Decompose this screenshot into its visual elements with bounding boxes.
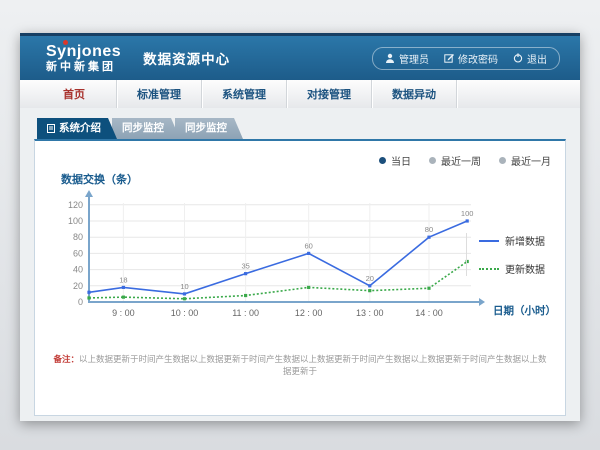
change-password-button[interactable]: 修改密码 [444, 51, 498, 66]
svg-text:20: 20 [73, 281, 83, 291]
edit-icon [444, 53, 454, 63]
line-chart: 0 20 40 60 80 100 120 9 : 00 10 : 00 11 : 00 12 : … [53, 189, 485, 329]
radio-option-2[interactable]: 最近一周 [429, 153, 481, 168]
tab-3[interactable]: 同步监控 [175, 118, 243, 139]
x-axis-title: 日期（小时） [493, 303, 556, 318]
svg-text:80: 80 [425, 225, 433, 234]
brand-logo-subtitle: 新中新集团 [46, 61, 121, 73]
page-title: 数据资源中心 [143, 48, 230, 68]
power-icon [513, 53, 523, 63]
legend-item-2: 更新数据 [479, 261, 557, 276]
change-password-label: 修改密码 [458, 51, 498, 66]
svg-text:10 : 00: 10 : 00 [171, 308, 199, 318]
legend-label: 更新数据 [505, 261, 545, 276]
tab-label: 同步监控 [122, 118, 164, 139]
nav-item-5[interactable]: 数据异动 [372, 80, 457, 108]
main-nav: 首页标准管理系统管理对接管理数据异动 [20, 80, 580, 110]
radio-label: 最近一周 [441, 153, 481, 168]
svg-text:10: 10 [180, 282, 188, 291]
nav-item-2[interactable]: 标准管理 [117, 80, 202, 108]
nav-item-4[interactable]: 对接管理 [287, 80, 372, 108]
radio-option-3[interactable]: 最近一月 [499, 153, 551, 168]
svg-text:14 : 00: 14 : 00 [415, 308, 443, 318]
svg-text:60: 60 [304, 241, 312, 250]
legend-item-1: 新增数据 [479, 233, 557, 248]
footnote-prefix: 备注： [53, 354, 79, 364]
svg-text:35: 35 [241, 262, 249, 271]
user-label: 管理员 [399, 51, 429, 66]
svg-text:0: 0 [78, 297, 83, 307]
svg-text:11 : 00: 11 : 00 [232, 308, 259, 318]
svg-text:100: 100 [68, 216, 83, 226]
radio-label: 最近一月 [511, 153, 551, 168]
chart-legend: 新增数据更新数据 [466, 233, 557, 276]
user-toolbar: 管理员 修改密码 退出 [372, 47, 560, 70]
legend-swatch-icon [479, 268, 499, 270]
y-axis-title: 数据交换（条） [61, 171, 138, 187]
radio-selected-icon [379, 157, 386, 164]
legend-label: 新增数据 [505, 233, 545, 248]
svg-text:18: 18 [119, 275, 127, 284]
footnote: 备注：以上数据更新于时间产生数据以上数据更新于时间产生数据以上数据更新于时间产生… [35, 353, 565, 377]
svg-text:120: 120 [68, 200, 83, 210]
nav-item-3[interactable]: 系统管理 [202, 80, 287, 108]
user-menu[interactable]: 管理员 [385, 51, 429, 66]
radio-option-1[interactable]: 当日 [379, 153, 411, 168]
user-icon [385, 53, 395, 63]
nav-item-1[interactable]: 首页 [32, 80, 117, 108]
tab-label: 同步监控 [185, 118, 227, 139]
logout-button[interactable]: 退出 [513, 51, 547, 66]
tab-1[interactable]: 系统介绍 [37, 118, 117, 139]
svg-text:20: 20 [366, 274, 374, 283]
brand-logo: Synjones 新中新集团 [46, 43, 121, 73]
svg-text:12 : 00: 12 : 00 [295, 308, 323, 318]
svg-text:80: 80 [73, 232, 83, 242]
content-area: 系统介绍同步监控同步监控 当日最近一周最近一月 数据交换（条） 02040608… [20, 108, 580, 421]
radio-unselected-icon [499, 157, 506, 164]
svg-text:9 : 00: 9 : 00 [112, 308, 135, 318]
app-window: Synjones 新中新集团 数据资源中心 管理员 修改密码 退出 首页标准管理… [20, 33, 580, 421]
app-header: Synjones 新中新集团 数据资源中心 管理员 修改密码 退出 [20, 33, 580, 80]
time-range-filter: 当日 最近一周 最近一月 [379, 153, 551, 168]
legend-swatch-icon [479, 240, 499, 242]
radio-label: 当日 [391, 153, 411, 168]
svg-text:13 : 00: 13 : 00 [356, 308, 384, 318]
svg-text:60: 60 [73, 248, 83, 258]
radio-unselected-icon [429, 157, 436, 164]
svg-text:100: 100 [461, 209, 474, 218]
footnote-text: 以上数据更新于时间产生数据以上数据更新于时间产生数据以上数据更新于时间产生数据以… [79, 354, 547, 376]
tab-label: 系统介绍 [59, 118, 101, 139]
logout-label: 退出 [527, 51, 547, 66]
tab-bar: 系统介绍同步监控同步监控 [37, 118, 566, 139]
brand-logo-text: Synjones [46, 43, 121, 61]
svg-text:40: 40 [73, 265, 83, 275]
tab-2[interactable]: 同步监控 [112, 118, 180, 139]
document-icon [47, 124, 55, 133]
chart-panel: 当日 最近一周 最近一月 数据交换（条） 0 20 40 60 80 100 120 9 : 00… [34, 139, 566, 416]
